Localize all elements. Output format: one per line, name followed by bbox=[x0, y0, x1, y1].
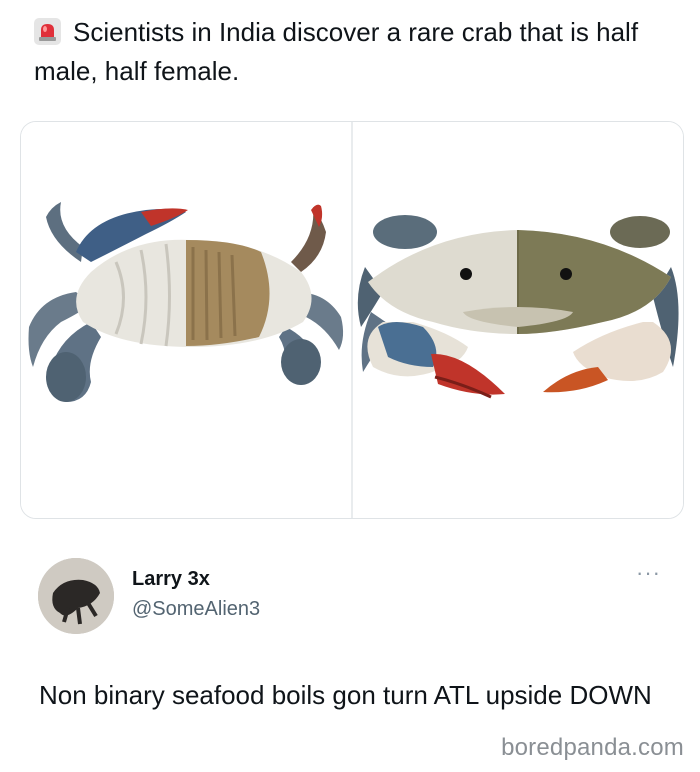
crab-top-drawing bbox=[357, 215, 679, 399]
crab-top-image[interactable] bbox=[351, 122, 683, 518]
avatar[interactable] bbox=[38, 558, 114, 634]
reply-author-name[interactable]: Larry 3x bbox=[132, 568, 210, 591]
crab-underside-drawing bbox=[28, 202, 344, 402]
reply-text: Non binary seafood boils gon turn ATL up… bbox=[39, 680, 652, 710]
watermark: boredpanda.com bbox=[501, 734, 684, 761]
more-options-icon[interactable]: ··· bbox=[636, 562, 661, 584]
media-grid[interactable] bbox=[20, 121, 684, 519]
avatar-image bbox=[38, 558, 114, 634]
crab-underside-image[interactable] bbox=[21, 122, 351, 518]
post-headline: Scientists in India discover a rare crab… bbox=[34, 13, 684, 91]
siren-icon bbox=[34, 18, 61, 45]
reply-author-handle[interactable]: @SomeAlien3 bbox=[132, 598, 260, 621]
headline-text: Scientists in India discover a rare crab… bbox=[34, 17, 639, 86]
